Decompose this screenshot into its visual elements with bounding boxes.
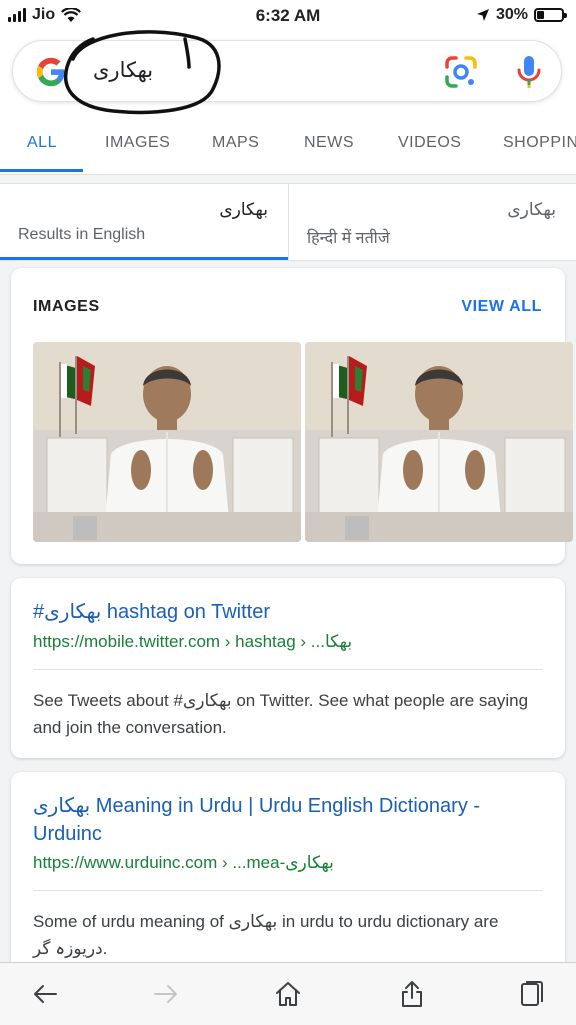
result-divider xyxy=(33,890,543,891)
status-bar: Jio 6:32 AM 30% xyxy=(0,0,576,32)
image-thumbnail-graphic xyxy=(33,342,301,542)
result-snippet: Some of urdu meaning of بھکاری in urdu t… xyxy=(33,912,499,958)
tab-news[interactable]: NEWS xyxy=(304,134,354,152)
location-arrow-icon xyxy=(476,9,489,21)
search-result: بھکاری Meaning in Urdu | Urdu English Di… xyxy=(11,772,565,972)
language-chip-hindi[interactable]: بھکاری हिन्दी में नतीजे xyxy=(288,184,576,260)
google-lens-icon[interactable] xyxy=(443,54,479,90)
status-right: 30% xyxy=(476,6,567,24)
tab-images[interactable]: IMAGES xyxy=(105,134,170,152)
language-selector: بھکاری Results in English بھکاری हिन्दी … xyxy=(0,183,576,261)
result-snippet: See Tweets about #بھکاری on Twitter. See… xyxy=(33,691,529,737)
tabs-icon[interactable] xyxy=(516,979,546,1009)
tab-maps[interactable]: MAPS xyxy=(212,134,259,152)
microphone-icon[interactable] xyxy=(516,54,542,90)
tab-all[interactable]: ALL xyxy=(27,134,57,152)
language-chip-label: हिन्दी में नतीजे xyxy=(307,230,390,247)
result-divider xyxy=(33,669,543,670)
back-arrow-icon[interactable] xyxy=(30,979,60,1009)
forward-arrow-icon[interactable] xyxy=(151,979,181,1009)
share-icon[interactable] xyxy=(397,979,427,1009)
images-heading: IMAGES xyxy=(33,298,100,315)
images-card: IMAGES VIEW ALL xyxy=(11,268,573,564)
battery-icon xyxy=(534,8,567,22)
battery-level xyxy=(537,11,544,19)
view-all-link[interactable]: VIEW ALL xyxy=(461,298,542,316)
result-title[interactable]: #بھکاری hashtag on Twitter xyxy=(33,598,548,626)
google-g-icon xyxy=(36,57,65,87)
image-thumbnail-graphic xyxy=(305,342,573,542)
language-chip-english[interactable]: بھکاری Results in English xyxy=(0,184,288,260)
battery-percent: 30% xyxy=(495,6,528,23)
image-thumbnail[interactable] xyxy=(33,342,301,542)
result-url[interactable]: https://www.urduinc.com › ...mea-بھکاری xyxy=(33,853,334,873)
tab-videos[interactable]: VIDEOS xyxy=(398,134,461,152)
tab-shopping[interactable]: SHOPPIN xyxy=(503,134,576,152)
search-tabs: ALL IMAGES MAPS NEWS VIDEOS SHOPPIN xyxy=(0,128,576,174)
active-tab-indicator xyxy=(0,169,83,172)
home-icon[interactable] xyxy=(273,979,303,1009)
search-header: بھکاری ALL IMAGES MAPS NEWS VIDEOS SHOPP… xyxy=(0,30,576,175)
result-url[interactable]: https://mobile.twitter.com › hashtag › .… xyxy=(33,632,352,652)
search-query[interactable]: بھکاری xyxy=(93,58,153,83)
language-chip-term: بھکاری xyxy=(507,200,556,219)
language-chip-term: بھکاری xyxy=(219,200,268,219)
language-chip-label: Results in English xyxy=(18,226,146,243)
result-title[interactable]: بھکاری Meaning in Urdu | Urdu English Di… xyxy=(33,792,548,848)
browser-toolbar xyxy=(0,962,576,1025)
search-result: #بھکاری hashtag on Twitter https://mobil… xyxy=(11,578,565,758)
image-thumbnail[interactable] xyxy=(305,342,573,542)
search-box[interactable]: بھکاری xyxy=(12,30,562,115)
